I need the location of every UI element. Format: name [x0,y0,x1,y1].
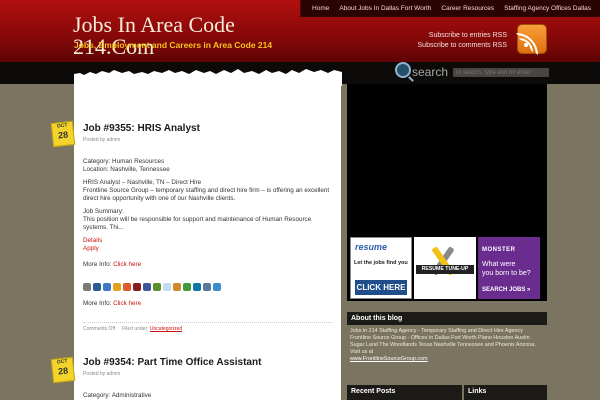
more-info-link-bottom[interactable]: Click here [113,300,141,307]
post-paragraph-2: Frontline Source Group – temporary staff… [83,187,330,202]
job-summary-text: This position will be responsible for su… [83,216,312,231]
post-date-badge: OCT 28 [50,120,76,148]
subscribe-entries-link[interactable]: Subscribe to entries RSS [418,31,507,41]
ad-monster-line1: What were [482,261,516,268]
ad-resume-button[interactable]: CLICK HERE [355,280,407,295]
job-summary-label: Job Summary: [83,208,124,215]
share-linkedin-icon[interactable] [193,283,201,291]
filed-under-label: Filed under: [122,326,149,332]
share-delicious-icon[interactable] [103,283,111,291]
torn-paper-edge [74,69,342,86]
post-body: Category: Human Resources Location: Nash… [83,158,331,274]
more-info-label-bottom: More Info: [83,300,112,307]
subscribe-links: Subscribe to entries RSS Subscribe to co… [418,31,507,51]
ad-resume-click-here[interactable]: resume Let the jobs find you CLICK HERE [350,237,412,299]
ad-monster-line2: you born to be? [482,270,531,277]
about-text: Jobs in 214 Staffing Agency - Temporary … [350,328,536,355]
about-widget-text: Jobs in 214 Staffing Agency - Temporary … [350,328,545,363]
nav-home-link[interactable]: Home [307,5,334,12]
post-title-link[interactable]: Job #9355: HRIS Analyst [83,123,200,134]
ad-resume-tagline: Let the jobs find you [354,260,408,266]
post-date-day: 28 [57,365,69,377]
nav-about-link[interactable]: About Jobs In Dallas Fort Worth [334,5,436,12]
post-title-link[interactable]: Job #9354: Part Time Office Assistant [83,357,261,368]
share-facebook-icon[interactable] [143,283,151,291]
share-dzone-icon[interactable] [133,283,141,291]
apply-link[interactable]: Apply [83,245,99,252]
search-input[interactable] [453,68,549,77]
ad-resume-logo: resume [355,242,388,252]
site-title[interactable]: Jobs In Area Code 214.Com [73,14,235,58]
share-technorati-icon[interactable] [183,283,191,291]
category-link[interactable]: Uncategorized [150,326,182,332]
post-footer: Comments Off Filed under: Uncategorized [83,322,333,332]
share-print-icon[interactable] [83,283,91,291]
top-navigation: Home About Jobs In Dallas Fort Worth Car… [300,0,600,17]
post-meta: Posted by admin [83,137,121,143]
ad-monster-button[interactable]: SEARCH JOBS » [482,287,530,293]
post-category-text: Category: Administrative [83,392,152,399]
share-email-icon[interactable] [203,283,211,291]
post-paragraph-1: HRIS Analyst – Nashville, TN – Direct Hi… [83,179,202,186]
ad-monster-search-jobs[interactable]: MONSTER What were you born to be? SEARCH… [478,237,540,299]
share-google-icon[interactable] [153,283,161,291]
post-date-day: 28 [57,129,69,141]
rss-feed-icon[interactable] [516,24,547,55]
nav-career-resources-link[interactable]: Career Resources [436,5,499,12]
post-body: Category: Administrative [83,392,331,400]
ad-resume-tune-up[interactable]: RESUME TUNE-UP [414,237,476,299]
post-more-info-bottom: More Info: Click here [83,300,331,308]
main-content: OCT 28 Job #9355: HRIS Analyst Posted by… [50,84,341,400]
about-link[interactable]: www.FrontlineSourceGroup.com [350,356,428,362]
share-icons [83,283,221,291]
share-reddit-icon[interactable] [163,283,171,291]
search-label: search [412,65,449,79]
recent-posts-title: Recent Posts [347,385,462,400]
share-bookmark-icon[interactable] [173,283,181,291]
share-stumbleupon-icon[interactable] [123,283,131,291]
post-location-text: Location: Nashville, Tennessee [83,166,170,173]
post-category-text: Category: Human Resources [83,158,165,165]
more-info-link[interactable]: Click here [113,261,141,268]
nav-staffing-offices-link[interactable]: Staffing Agency Offices Dallas [499,5,596,12]
more-info-label: More Info: [83,261,112,268]
share-live-icon[interactable] [213,283,221,291]
subscribe-comments-link[interactable]: Subscribe to comments RSS [418,41,507,51]
ad-tune-up-label: RESUME TUNE-UP [416,265,474,274]
share-blinklist-icon[interactable] [113,283,121,291]
search-icon[interactable] [395,62,411,78]
links-title: Links [464,385,547,400]
share-digg-icon[interactable] [93,283,101,291]
site-header: Home About Jobs In Dallas Fort Worth Car… [0,0,600,62]
post-meta: Posted by admin [83,371,121,377]
site-tagline: Jobs, Employment and Careers in Area Cod… [74,40,273,50]
about-widget-title: About this blog [347,312,547,325]
details-link[interactable]: Details [83,237,102,244]
wrench-icon [432,246,454,276]
post-date-badge: OCT 28 [50,356,76,384]
comments-status: Comments Off [83,326,116,332]
ad-monster-brand: MONSTER [482,247,516,253]
